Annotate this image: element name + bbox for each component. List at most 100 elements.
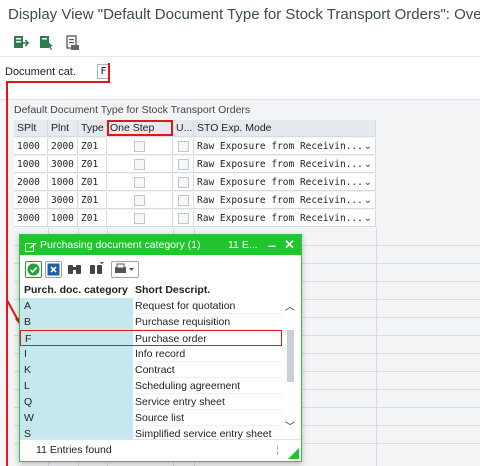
table-header-row: SPlt Plnt Type One Step U... STO Exp. Mo… <box>14 120 480 138</box>
category-desc: Source list <box>133 410 282 426</box>
cell-plnt: 3000 <box>48 156 78 173</box>
popup-title: Purchasing document category (1) <box>40 239 201 251</box>
popup-scrollbar[interactable]: ︿ ﹀ <box>282 298 299 436</box>
scroll-up-icon[interactable]: ︿ <box>285 298 295 313</box>
cell-one-step <box>107 174 173 191</box>
col-header-sto-exp-mode[interactable]: STO Exp. Mode <box>194 120 376 137</box>
chevron-down-icon[interactable]: ⌄ <box>364 138 372 154</box>
cell-u <box>173 192 194 209</box>
annotation-line <box>6 81 8 466</box>
cell-one-step <box>107 210 173 227</box>
category-desc: Purchase order <box>133 330 282 346</box>
cell-splt: 1000 <box>14 138 48 155</box>
cell-splt: 2000 <box>14 192 48 209</box>
cell-plnt: 1000 <box>48 210 78 227</box>
list-item[interactable]: W Source list <box>20 410 282 426</box>
table-row[interactable]: 1000 2000 Z01 Raw Exposure from Receivin… <box>14 138 480 156</box>
cell-u <box>173 174 194 191</box>
list-item[interactable]: A Request for quotation <box>20 298 282 314</box>
col-header-short-descript[interactable]: Short Descript. <box>135 282 210 298</box>
sto-mode-value: Raw Exposure from Receivin... <box>197 213 363 224</box>
u-checkbox[interactable] <box>177 177 189 188</box>
u-checkbox[interactable] <box>177 159 189 170</box>
sto-mode-value: Raw Exposure from Receivin... <box>197 141 363 152</box>
cell-type: Z01 <box>78 156 107 173</box>
scroll-down-icon[interactable]: ﹀ <box>285 418 295 433</box>
category-desc: Simplified service entry sheet <box>133 426 282 439</box>
one-step-checkbox[interactable] <box>134 213 145 224</box>
u-checkbox[interactable] <box>177 213 189 224</box>
cell-splt: 1000 <box>14 156 48 173</box>
cell-one-step <box>107 138 173 155</box>
cell-type: Z01 <box>78 210 107 227</box>
chevron-down-icon[interactable]: ⌄ <box>364 156 372 172</box>
category-key: I <box>20 346 133 362</box>
entries-found-text: 11 Entries found <box>36 444 112 456</box>
status-separator: ¦ <box>276 444 279 456</box>
cell-u <box>173 156 194 173</box>
list-item[interactable]: I Info record <box>20 346 282 362</box>
sto-mode-value: Raw Exposure from Receivin... <box>197 177 363 188</box>
popup-status-bar: 11 Entries found ¦ <box>20 439 301 461</box>
print-icon[interactable] <box>64 34 82 52</box>
scroll-thumb[interactable] <box>287 330 294 382</box>
table-title: Default Document Type for Stock Transpor… <box>14 104 251 116</box>
cancel-x-icon[interactable] <box>45 261 62 278</box>
sto-mode-value: Raw Exposure from Receivin... <box>197 159 363 170</box>
chevron-down-icon[interactable]: ⌄ <box>364 174 372 190</box>
category-key: A <box>20 298 133 314</box>
ok-check-icon[interactable] <box>25 261 42 278</box>
toolbar <box>0 30 480 57</box>
binoculars-icon[interactable] <box>67 261 82 276</box>
one-step-checkbox[interactable] <box>134 141 145 152</box>
cell-sto-exp-mode[interactable]: Raw Exposure from Receivin... ⌄ <box>194 156 376 173</box>
selection-header: Document cat. F <box>0 57 480 100</box>
col-header-type[interactable]: Type <box>78 120 107 137</box>
close-icon[interactable]: ✕ <box>284 235 295 255</box>
u-checkbox[interactable] <box>177 141 189 152</box>
col-header-plnt[interactable]: Plnt <box>48 120 78 137</box>
category-desc: Purchase requisition <box>133 314 282 330</box>
cell-sto-exp-mode[interactable]: Raw Exposure from Receivin... ⌄ <box>194 210 376 227</box>
cell-plnt: 1000 <box>48 174 78 191</box>
print-dropdown-icon[interactable] <box>111 261 139 278</box>
col-header-purch-doc-category[interactable]: Purch. doc. category <box>24 282 128 298</box>
cell-u <box>173 210 194 227</box>
cell-sto-exp-mode[interactable]: Raw Exposure from Receivin... ⌄ <box>194 138 376 155</box>
select-layout-icon[interactable] <box>38 34 56 52</box>
minimize-icon[interactable]: – <box>268 235 276 255</box>
category-desc: Service entry sheet <box>133 394 282 410</box>
one-step-checkbox[interactable] <box>134 177 145 188</box>
chevron-down-icon[interactable]: ⌄ <box>364 210 372 226</box>
col-header-u[interactable]: U... <box>173 120 194 137</box>
category-key: B <box>20 314 133 330</box>
cell-one-step <box>107 192 173 209</box>
category-key: K <box>20 362 133 378</box>
cell-sto-exp-mode[interactable]: Raw Exposure from Receivin... ⌄ <box>194 174 376 191</box>
category-key: F <box>20 330 133 346</box>
one-step-checkbox[interactable] <box>134 159 145 170</box>
f4-help-popup: Purchasing document category (1) 11 E...… <box>19 234 302 462</box>
find-next-icon[interactable] <box>89 261 104 276</box>
list-item[interactable]: S Simplified service entry sheet <box>20 426 282 439</box>
list-item[interactable]: B Purchase requisition <box>20 314 282 330</box>
list-item-selected[interactable]: F Purchase order <box>20 330 282 346</box>
cell-type: Z01 <box>78 192 107 209</box>
one-step-checkbox[interactable] <box>134 195 145 206</box>
u-checkbox[interactable] <box>177 195 189 206</box>
list-item[interactable]: Q Service entry sheet <box>20 394 282 410</box>
export-icon[interactable] <box>12 34 30 52</box>
list-item[interactable]: K Contract <box>20 362 282 378</box>
table-row[interactable]: 3000 1000 Z01 Raw Exposure from Receivin… <box>14 210 480 228</box>
category-key: S <box>20 426 133 439</box>
list-item[interactable]: L Scheduling agreement <box>20 378 282 394</box>
chevron-down-icon[interactable]: ⌄ <box>364 192 372 208</box>
cell-sto-exp-mode[interactable]: Raw Exposure from Receivin... ⌄ <box>194 192 376 209</box>
table-row[interactable]: 2000 1000 Z01 Raw Exposure from Receivin… <box>14 174 480 192</box>
table-row[interactable]: 1000 3000 Z01 Raw Exposure from Receivin… <box>14 156 480 174</box>
resize-grip-icon[interactable] <box>288 448 299 459</box>
table-row[interactable]: 2000 3000 Z01 Raw Exposure from Receivin… <box>14 192 480 210</box>
category-desc: Info record <box>133 346 282 362</box>
category-desc: Contract <box>133 362 282 378</box>
col-header-splt[interactable]: SPlt <box>14 120 48 137</box>
